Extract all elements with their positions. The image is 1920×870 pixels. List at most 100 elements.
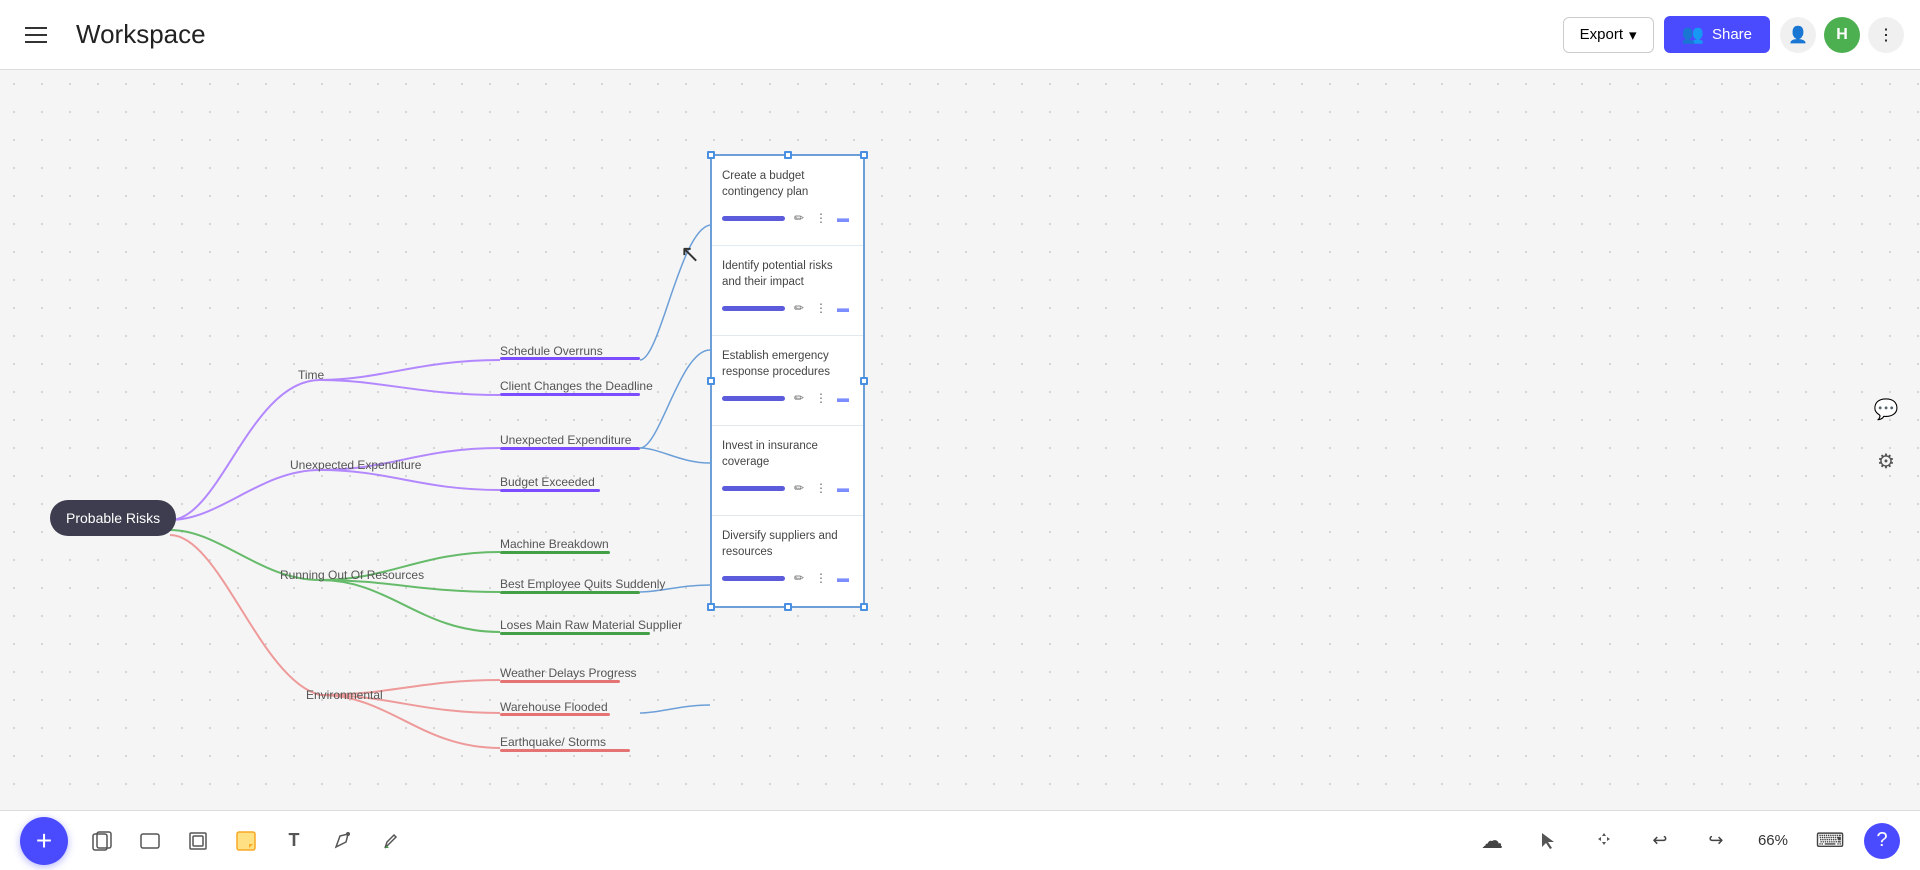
card-3-edit[interactable]: ✏ (789, 388, 809, 408)
label-warehouse[interactable]: Warehouse Flooded (500, 700, 608, 714)
label-weather[interactable]: Weather Delays Progress (500, 666, 637, 680)
label-loses-supplier[interactable]: Loses Main Raw Material Supplier (500, 618, 682, 632)
add-button[interactable]: + (20, 817, 68, 865)
card-2-edit[interactable]: ✏ (789, 298, 809, 318)
chat-icon[interactable]: 💬 (1868, 391, 1904, 427)
label-machine-breakdown[interactable]: Machine Breakdown (500, 537, 609, 551)
subbranch-unexp-exp (500, 447, 640, 450)
selection-handle-bl[interactable] (707, 603, 715, 611)
center-node[interactable]: Probable Risks (50, 500, 176, 536)
bottom-toolbar: + T ☁ (0, 810, 1920, 870)
header-controls: Export ▾ 👥 Share 👤 H ⋮ (1563, 16, 1904, 53)
selection-handle-bm[interactable] (784, 603, 792, 611)
card-5-actions: ✏ ⋮ ▬ (789, 568, 853, 588)
card-3-more[interactable]: ⋮ (811, 388, 831, 408)
avatar[interactable]: H (1824, 17, 1860, 53)
mindmap-svg (0, 70, 1920, 810)
selection-handle-ml[interactable] (707, 377, 715, 385)
card-5-text: Diversify suppliers and resources (722, 528, 853, 560)
chevron-down-icon: ▾ (1629, 26, 1637, 44)
cloud-icon[interactable]: ☁ (1470, 819, 1514, 863)
share-label: Share (1712, 26, 1752, 43)
hamburger-icon (25, 27, 47, 43)
subbranch-earthquake (500, 749, 630, 752)
frame-tool-bottom[interactable] (176, 819, 220, 863)
subbranch-supplier (500, 632, 650, 635)
card-1-edit[interactable]: ✏ (789, 208, 809, 228)
pages-tool[interactable] (80, 819, 124, 863)
label-best-employee[interactable]: Best Employee Quits Suddenly (500, 577, 665, 591)
add-icon: + (36, 825, 52, 857)
label-earthquake[interactable]: Earthquake/ Storms (500, 735, 606, 749)
branch-environmental[interactable]: Environmental (306, 688, 383, 702)
card-5-bar-row: ✏ ⋮ ▬ (722, 568, 853, 588)
label-client-deadline[interactable]: Client Changes the Deadline (500, 379, 653, 393)
header: Workspace Export ▾ 👥 Share 👤 H ⋮ (0, 0, 1920, 70)
export-label: Export (1580, 26, 1623, 43)
card-4-more[interactable]: ⋮ (811, 478, 831, 498)
help-button[interactable]: ? (1864, 823, 1900, 859)
branch-unexpected[interactable]: Unexpected Expenditure (290, 458, 421, 472)
card-5-resize[interactable]: ▬ (833, 568, 853, 588)
share-button[interactable]: 👥 Share (1664, 16, 1770, 53)
subbranch-client (500, 393, 640, 396)
branch-time[interactable]: Time (298, 368, 324, 382)
collaborators-button[interactable]: 👤 (1780, 17, 1816, 53)
marker-tool[interactable] (368, 819, 412, 863)
subbranch-employee (500, 591, 640, 594)
card-1-more[interactable]: ⋮ (811, 208, 831, 228)
sticky-tool[interactable] (224, 819, 268, 863)
label-budget-exceeded[interactable]: Budget Exceeded (500, 475, 595, 489)
card-4-text: Invest in insurance coverage (722, 438, 853, 470)
zoom-level[interactable]: 66% (1750, 828, 1796, 853)
card-4-actions: ✏ ⋮ ▬ (789, 478, 853, 498)
card-1: Create a budget contingency plan ✏ ⋮ ▬ (712, 156, 863, 246)
card-4-resize[interactable]: ▬ (833, 478, 853, 498)
label-unexpected-exp[interactable]: Unexpected Expenditure (500, 433, 631, 447)
pen-tool[interactable] (320, 819, 364, 863)
menu-button[interactable] (16, 15, 56, 55)
move-icon (1594, 831, 1614, 851)
canvas: Probable Risks Time Schedule Overruns Cl… (0, 70, 1920, 810)
cards-panel: Create a budget contingency plan ✏ ⋮ ▬ I… (710, 154, 865, 608)
card-2-resize[interactable]: ▬ (833, 298, 853, 318)
settings-icon[interactable]: ⚙ (1868, 443, 1904, 479)
select-tool[interactable] (1526, 819, 1570, 863)
text-tool[interactable]: T (272, 819, 316, 863)
card-3-resize[interactable]: ▬ (833, 388, 853, 408)
card-2-more[interactable]: ⋮ (811, 298, 831, 318)
card-2-bar (722, 306, 785, 311)
user-controls: 👤 H ⋮ (1780, 17, 1904, 53)
rectangle-tool[interactable] (128, 819, 172, 863)
share-icon: 👥 (1682, 24, 1704, 45)
branch-resources[interactable]: Running Out Of Resources (280, 568, 424, 582)
rectangle-icon (139, 830, 161, 852)
card-5-edit[interactable]: ✏ (789, 568, 809, 588)
subbranch-weather (500, 680, 620, 683)
card-5-more[interactable]: ⋮ (811, 568, 831, 588)
move-tool[interactable] (1582, 819, 1626, 863)
frame-icon (187, 830, 209, 852)
card-4-edit[interactable]: ✏ (789, 478, 809, 498)
card-2: Identify potential risks and their impac… (712, 246, 863, 336)
selection-handle-mr[interactable] (860, 377, 868, 385)
label-schedule-overruns[interactable]: Schedule Overruns (500, 344, 603, 358)
more-options-button[interactable]: ⋮ (1868, 17, 1904, 53)
card-3-bar-row: ✏ ⋮ ▬ (722, 388, 853, 408)
card-4-bar (722, 486, 785, 491)
keyboard-button[interactable]: ⌨ (1808, 819, 1852, 863)
card-1-bar (722, 216, 785, 221)
card-5: Diversify suppliers and resources ✏ ⋮ ▬ (712, 516, 863, 606)
selection-handle-br[interactable] (860, 603, 868, 611)
redo-button[interactable]: ↪ (1694, 819, 1738, 863)
pen-icon (331, 830, 353, 852)
card-2-text: Identify potential risks and their impac… (722, 258, 853, 290)
card-1-text: Create a budget contingency plan (722, 168, 853, 200)
card-4-bar-row: ✏ ⋮ ▬ (722, 478, 853, 498)
card-3: Establish emergency response procedures … (712, 336, 863, 426)
export-button[interactable]: Export ▾ (1563, 17, 1654, 53)
card-3-bar (722, 396, 785, 401)
cursor: ↖ (680, 240, 700, 269)
card-1-resize[interactable]: ▬ (833, 208, 853, 228)
undo-button[interactable]: ↩ (1638, 819, 1682, 863)
